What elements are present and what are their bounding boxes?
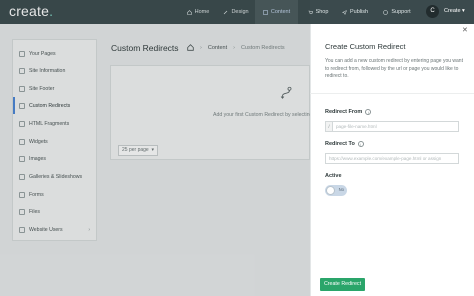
info-icon[interactable]: i [365, 109, 372, 115]
active-label: Active [325, 173, 342, 179]
nav-support[interactable]: Support [381, 0, 413, 24]
info-icon[interactable]: i [357, 141, 364, 147]
redirect-to-label: Redirect To i [325, 141, 364, 147]
active-toggle[interactable]: No [325, 185, 347, 196]
toggle-knob [326, 186, 335, 195]
divider [310, 93, 474, 94]
modal-backdrop[interactable] [0, 0, 310, 296]
chevron-down-icon: ▾ [462, 8, 465, 14]
create-redirect-button[interactable]: Create Redirect [320, 278, 365, 291]
nav-publish[interactable]: Publish [338, 0, 372, 24]
redirect-to-input[interactable]: https://www.example.com/example-page.htm… [325, 153, 459, 164]
account-menu[interactable]: Create ▾ [444, 8, 465, 14]
redirect-from-input[interactable]: / page-file-name.html [325, 121, 459, 132]
avatar[interactable]: C [426, 5, 439, 18]
close-icon[interactable]: ✕ [462, 26, 468, 34]
drawer-title: Create Custom Redirect [325, 42, 406, 51]
redirect-from-label: Redirect From i [325, 109, 372, 115]
help-icon [383, 9, 389, 15]
drawer-description: You can add a new custom redirect by ent… [325, 58, 463, 79]
send-icon [341, 9, 347, 15]
